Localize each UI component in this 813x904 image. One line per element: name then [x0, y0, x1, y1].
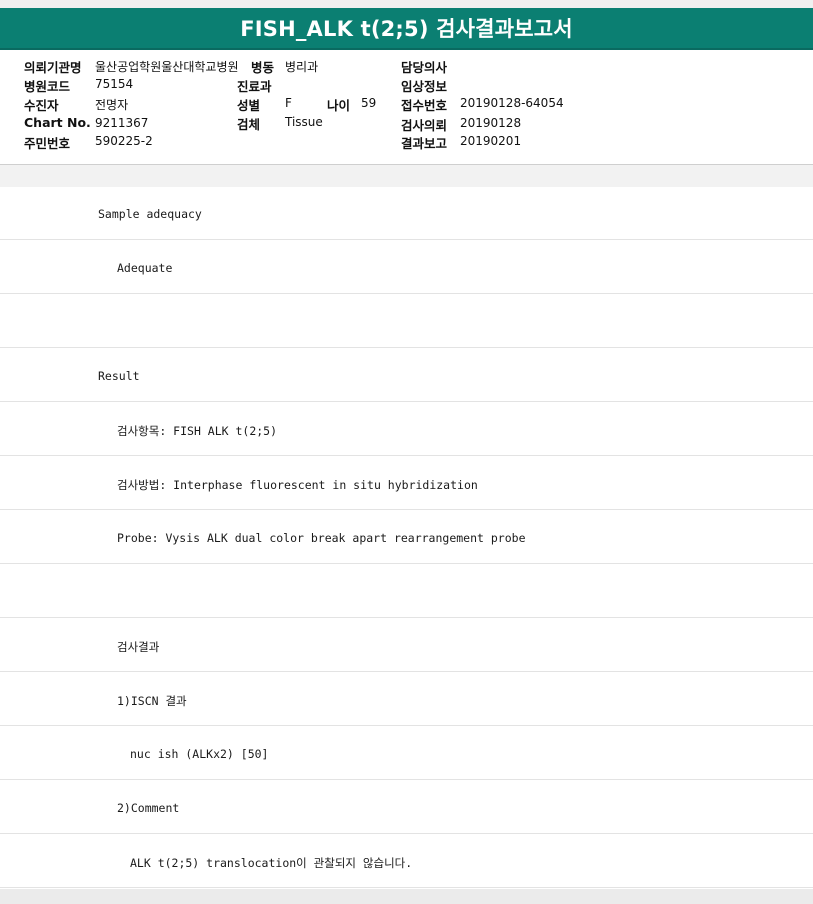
report-line: 2)Comment: [0, 781, 813, 834]
section-gap: [0, 165, 813, 187]
report-line: Probe: Vysis ALK dual color break apart …: [0, 511, 813, 564]
age-label: 나이: [327, 98, 351, 113]
resident-no-label: 주민번호: [24, 136, 71, 151]
chart-no-value: 9211367: [95, 116, 149, 130]
report-line-text: 검사결과: [117, 640, 160, 654]
receipt-no-label: 접수번호: [401, 98, 448, 113]
age-value: 59: [361, 96, 377, 110]
window-bottom-strip: [0, 889, 813, 904]
doctor-label: 담당의사: [401, 60, 448, 75]
ward-value: 병리과: [285, 60, 319, 74]
report-line: nuc ish (ALKx2) [50]: [0, 727, 813, 780]
chart-no-label: Chart No.: [24, 115, 91, 130]
specimen-value: Tissue: [285, 115, 323, 129]
report-title-bar: FISH_ALK t(2;5) 검사결과보고서: [0, 8, 813, 50]
receipt-no-value: 20190128-64054: [460, 96, 564, 110]
page-title: FISH_ALK t(2;5) 검사결과보고서: [240, 17, 573, 41]
report-line-text: 2)Comment: [117, 801, 180, 815]
report-line-text: 1)ISCN 결과: [117, 694, 187, 708]
report-line-text: 검사방법: Interphase fluorescent in situ hyb…: [117, 478, 478, 492]
clinical-info-label: 임상정보: [401, 79, 448, 94]
request-date-value: 20190128: [460, 116, 522, 130]
request-date-label: 검사의뢰: [401, 118, 448, 133]
report-line: Adequate: [0, 241, 813, 294]
sex-value: F: [285, 96, 292, 110]
institution-label: 의뢰기관명: [24, 60, 82, 75]
report-line: 검사결과: [0, 619, 813, 672]
specimen-label: 검체: [237, 117, 261, 132]
report-line-text: Result: [98, 369, 140, 383]
report-line: [0, 565, 813, 618]
hospital-code-label: 병원코드: [24, 79, 71, 94]
report-line-text: Sample adequacy: [98, 207, 202, 221]
hospital-code-value: 75154: [95, 77, 134, 91]
department-label: 진료과: [237, 79, 272, 94]
report-body: Sample adequacy Adequate Result 검사항목: FI…: [0, 187, 813, 889]
report-line-text: Probe: Vysis ALK dual color break apart …: [117, 531, 526, 545]
report-line-text: ALK t(2;5) translocation이 관찰되지 않습니다.: [130, 856, 413, 870]
report-date-value: 20190201: [460, 134, 522, 148]
patient-info-panel: 의뢰기관명 울산공업학원울산대학교병원 병동 병리과 담당의사 병원코드 751…: [0, 50, 813, 165]
report-line: Result: [0, 349, 813, 402]
ward-label: 병동: [251, 60, 275, 75]
report-line: [0, 295, 813, 348]
window-top-strip: [0, 0, 813, 8]
report-line-text: 검사항목: FISH ALK t(2;5): [117, 424, 278, 438]
report-line: 1)ISCN 결과: [0, 673, 813, 726]
report-line-text: Adequate: [117, 261, 173, 275]
report-line: ALK t(2;5) translocation이 관찰되지 않습니다.: [0, 835, 813, 888]
report-line: Sample adequacy: [0, 187, 813, 240]
report-line: 검사방법: Interphase fluorescent in situ hyb…: [0, 457, 813, 510]
report-date-label: 결과보고: [401, 136, 448, 151]
report-line-text: nuc ish (ALKx2) [50]: [130, 747, 269, 761]
institution-value: 울산공업학원울산대학교병원: [95, 60, 239, 74]
report-line: 검사항목: FISH ALK t(2;5): [0, 403, 813, 456]
resident-no-value: 590225-2: [95, 134, 153, 148]
patient-label: 수진자: [24, 98, 59, 113]
patient-value: 전명자: [95, 98, 129, 112]
sex-label: 성별: [237, 98, 261, 113]
